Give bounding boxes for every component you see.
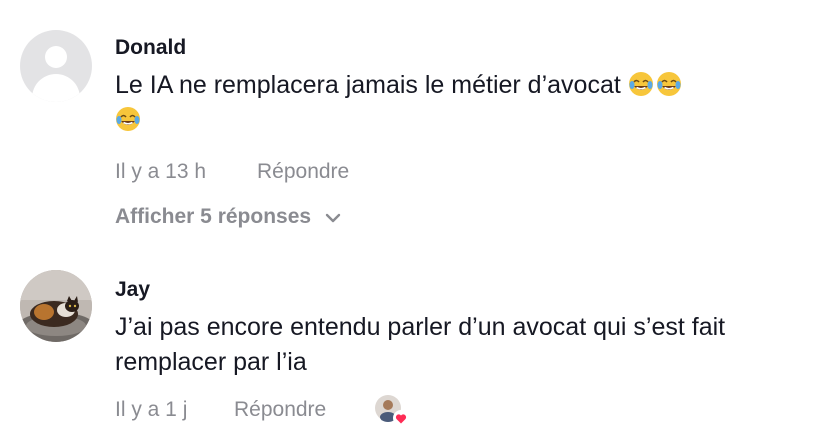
emoji-icon (115, 106, 141, 132)
comment-timestamp: Il y a 13 h (115, 160, 207, 183)
default-avatar-icon (45, 46, 67, 68)
reply-button[interactable]: Répondre (257, 160, 349, 184)
comment-text-body: Le IA ne remplacera jamais le métier d’a… (115, 71, 621, 99)
view-replies-button[interactable]: Afficher 5 réponses (115, 205, 341, 229)
comment-meta: Il y a 13 h Répondre (115, 160, 349, 184)
emoji-icon (628, 71, 654, 97)
view-replies-label: Afficher 5 réponses (115, 205, 312, 228)
chevron-down-icon (325, 205, 341, 229)
comment-item: Jay J’ai pas encore entendu parler d’un … (0, 250, 826, 442)
emoji-icon (656, 71, 682, 97)
comment-username[interactable]: Donald (115, 36, 186, 60)
comment-item: Donald Le IA ne remplacera jamais le mét… (0, 0, 826, 250)
reply-button[interactable]: Répondre (234, 398, 326, 422)
comment-text: Le IA ne remplacera jamais le métier d’a… (115, 68, 805, 138)
avatar[interactable] (20, 270, 92, 342)
cat-photo (20, 270, 92, 342)
comment-username[interactable]: Jay (115, 278, 150, 302)
avatar[interactable] (20, 30, 92, 102)
comment-text: J’ai pas encore entendu parler d’un avoc… (115, 313, 726, 376)
liked-by-creator-badge (373, 393, 413, 429)
comment-meta: Il y a 1 j Répondre (115, 398, 326, 422)
comment-timestamp: Il y a 1 j (115, 398, 188, 421)
